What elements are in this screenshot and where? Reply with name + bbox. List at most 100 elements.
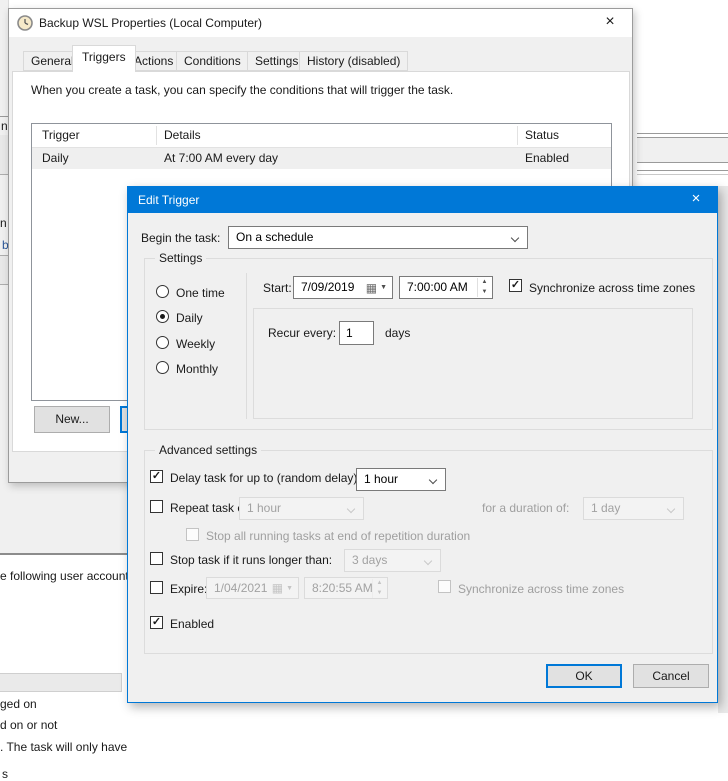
cell-details: At 7:00 AM every day — [164, 151, 278, 165]
expire-time-spinner[interactable]: 8:20:55 AM ▲▼ — [304, 577, 388, 599]
column-divider — [517, 126, 518, 145]
tab-settings[interactable]: Settings — [247, 51, 306, 71]
triggers-description: When you create a task, you can specify … — [31, 83, 453, 97]
spin-up-icon[interactable]: ▲ — [478, 278, 491, 288]
close-icon[interactable]: × — [675, 187, 717, 213]
expire-checkbox[interactable] — [150, 581, 163, 594]
begin-task-select[interactable]: On a schedule — [228, 226, 528, 249]
radio-monthly[interactable] — [156, 361, 169, 374]
repeat-task-select[interactable]: 1 hour — [239, 497, 364, 520]
title-bar[interactable]: Backup WSL Properties (Local Computer) × — [9, 9, 632, 37]
column-divider — [156, 126, 157, 145]
background-general-tab-fragment: e following user account ged on d on or … — [0, 483, 127, 713]
tab-conditions[interactable]: Conditions — [176, 51, 249, 71]
spin-down-icon[interactable]: ▼ — [373, 589, 386, 599]
cancel-button[interactable]: Cancel — [633, 664, 709, 688]
spin-down-icon[interactable]: ▼ — [478, 288, 491, 298]
background-window-top-right — [633, 0, 728, 186]
repeat-task-checkbox[interactable] — [150, 500, 163, 513]
stop-task-label: Stop task if it runs longer than: — [170, 553, 332, 567]
divider — [246, 273, 247, 419]
radio-daily[interactable] — [156, 310, 169, 323]
start-time-spinner[interactable]: 7:00:00 AM ▲▼ — [399, 276, 493, 299]
background-combobox-fragment — [0, 673, 122, 692]
tab-history[interactable]: History (disabled) — [299, 51, 408, 71]
chevron-down-icon — [347, 505, 355, 513]
edit-trigger-dialog: Edit Trigger × Begin the task: On a sche… — [127, 186, 718, 703]
repeat-task-value: 1 hour — [247, 501, 281, 515]
background-text-fragment: s — [2, 767, 8, 781]
recur-every-label: Recur every: — [268, 326, 336, 340]
radio-daily-label: Daily — [176, 311, 203, 325]
ok-button[interactable]: OK — [546, 664, 622, 688]
sync-timezones-checkbox[interactable]: ✓ — [509, 279, 522, 292]
begin-task-value: On a schedule — [236, 230, 313, 244]
start-label: Start: — [263, 281, 292, 295]
window-title: Edit Trigger — [138, 193, 199, 207]
delay-task-select[interactable]: 1 hour — [356, 468, 446, 491]
radio-one-time-label: One time — [176, 286, 225, 300]
advanced-settings-group-label: Advanced settings — [155, 443, 261, 457]
background-text-fragment: e following user account — [0, 569, 129, 583]
background-panel-fragment — [637, 137, 728, 163]
task-scheduler-clock-icon — [17, 15, 33, 31]
start-date-picker[interactable]: 7/09/2019 ▦▼ — [293, 276, 393, 299]
chevron-down-icon — [424, 557, 432, 565]
chevron-down-icon — [511, 234, 519, 242]
recur-unit-label: days — [385, 326, 410, 340]
recur-every-input[interactable] — [339, 321, 374, 345]
title-bar[interactable]: Edit Trigger × — [128, 187, 717, 213]
begin-task-label: Begin the task: — [141, 231, 220, 245]
cell-trigger: Daily — [42, 151, 69, 165]
table-row[interactable]: Daily At 7:00 AM every day Enabled — [32, 148, 611, 169]
expire-sync-checkbox[interactable] — [438, 580, 451, 593]
background-window-right-sliver — [718, 186, 728, 713]
start-time-value: 7:00:00 AM — [407, 280, 468, 294]
enabled-checkbox[interactable]: ✓ — [150, 616, 163, 629]
sync-timezones-label: Synchronize across time zones — [529, 281, 695, 295]
stop-task-select[interactable]: 3 days — [344, 549, 441, 572]
new-trigger-button[interactable]: New... — [34, 406, 110, 433]
tab-triggers[interactable]: Triggers — [72, 45, 136, 72]
chevron-down-icon — [429, 476, 437, 484]
radio-weekly-label: Weekly — [176, 337, 215, 351]
background-text-fragment: d on or not — [0, 718, 57, 732]
dropdown-arrow-icon: ▼ — [286, 585, 293, 592]
duration-value: 1 day — [591, 501, 620, 515]
close-icon[interactable]: × — [588, 9, 632, 37]
background-text-fragment: n — [1, 119, 8, 133]
window-title: Backup WSL Properties (Local Computer) — [39, 16, 262, 30]
expire-sync-label: Synchronize across time zones — [458, 582, 624, 596]
duration-select[interactable]: 1 day — [583, 497, 684, 520]
chevron-down-icon — [667, 505, 675, 513]
expire-time-value: 8:20:55 AM — [312, 581, 373, 595]
column-header-trigger[interactable]: Trigger — [42, 124, 80, 147]
column-header-status[interactable]: Status — [525, 124, 559, 147]
stop-task-value: 3 days — [352, 553, 387, 567]
stop-task-checkbox[interactable] — [150, 552, 163, 565]
stop-all-tasks-label: Stop all running tasks at end of repetit… — [206, 529, 470, 543]
expire-label: Expire: — [170, 582, 207, 596]
radio-one-time[interactable] — [156, 285, 169, 298]
delay-task-label: Delay task for up to (random delay): — [170, 471, 361, 485]
delay-task-checkbox[interactable]: ✓ — [150, 470, 163, 483]
spin-up-icon[interactable]: ▲ — [373, 579, 386, 589]
calendar-icon: ▦ — [272, 582, 283, 594]
column-header-details[interactable]: Details — [164, 124, 201, 147]
expire-date-picker[interactable]: 1/04/2021 ▦▼ — [206, 577, 299, 599]
background-text-fragment: n — [0, 216, 7, 230]
duration-label: for a duration of: — [482, 501, 569, 515]
dropdown-arrow-icon: ▼ — [380, 284, 387, 291]
expire-date-value: 1/04/2021 — [214, 581, 267, 595]
enabled-label: Enabled — [170, 617, 214, 631]
radio-monthly-label: Monthly — [176, 362, 218, 376]
background-text-fragment: ged on — [0, 697, 37, 711]
delay-task-value: 1 hour — [364, 472, 398, 486]
background-text-fragment: . The task will only have — [0, 740, 127, 754]
cell-status: Enabled — [525, 151, 569, 165]
calendar-icon: ▦ — [366, 282, 377, 294]
daily-options-panel — [253, 308, 693, 419]
start-date-value: 7/09/2019 — [301, 280, 354, 294]
radio-weekly[interactable] — [156, 336, 169, 349]
stop-all-tasks-checkbox[interactable] — [186, 528, 199, 541]
